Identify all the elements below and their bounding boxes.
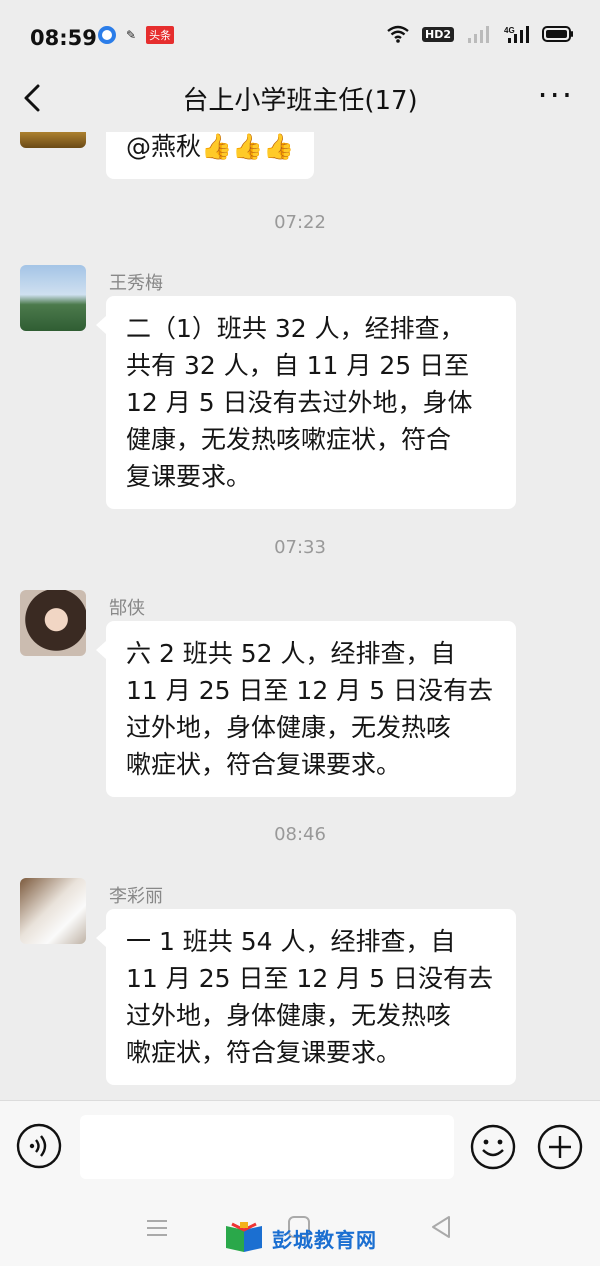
- system-nav-bar: 彭城教育网: [0, 1192, 600, 1266]
- chat-title: 台上小学班主任(17): [182, 86, 418, 116]
- input-bar: [0, 1100, 600, 1192]
- browser-app-icon: [98, 26, 116, 44]
- emoji-icon[interactable]: [469, 1123, 517, 1171]
- avatar[interactable]: [20, 590, 86, 656]
- add-icon[interactable]: [536, 1123, 584, 1171]
- network-label: 4G: [504, 26, 515, 35]
- hd-voice-icon: HD2: [422, 26, 454, 42]
- message-bubble[interactable]: 六 2 班共 52 人，经排查，自 11 月 25 日至 12 月 5 日没有去…: [96, 621, 516, 797]
- menu-icon[interactable]: [144, 1216, 170, 1240]
- status-bar: 08:59 ✎ 头条 HD2 4G: [0, 0, 600, 72]
- time-divider: 08:46: [274, 824, 326, 845]
- sender-name: 郜侠: [109, 598, 145, 619]
- message-line: 11 月 25 日至 12 月 5 日没有去: [126, 964, 493, 993]
- message-line: 12 月 5 日没有去过外地，身体: [126, 388, 473, 417]
- message-line: 过外地，身体健康，无发热咳: [126, 713, 452, 742]
- message-line: 健康，无发热咳嗽症状，符合: [126, 425, 452, 454]
- message-line: 11 月 25 日至 12 月 5 日没有去: [126, 676, 493, 705]
- chat-header: 台上小学班主任(17) ···: [0, 72, 600, 132]
- chat-messages[interactable]: @燕秋👍👍👍 07:22 王秀梅 二（1）班共 32 人，经排查， 共有 32 …: [0, 132, 600, 1100]
- watermark: 彭城教育网: [222, 1222, 377, 1254]
- message-line: 嗽症状，符合复课要求。: [126, 750, 402, 779]
- message-text: @燕秋👍👍👍: [126, 132, 295, 161]
- battery-icon: [542, 26, 573, 42]
- notification-icons: ✎ 头条: [98, 26, 175, 44]
- time-divider: 07:33: [274, 537, 326, 558]
- avatar[interactable]: [20, 132, 86, 148]
- status-time: 08:59: [30, 26, 97, 50]
- watermark-text: 彭城教育网: [272, 1227, 377, 1252]
- system-icons: HD2 4G: [386, 24, 574, 44]
- message-bubble[interactable]: 二（1）班共 32 人，经排查， 共有 32 人，自 11 月 25 日至 12…: [96, 296, 516, 509]
- message-bubble[interactable]: @燕秋👍👍👍: [106, 132, 315, 179]
- message-bubble[interactable]: 一 1 班共 54 人，经排查，自 11 月 25 日至 12 月 5 日没有去…: [96, 909, 516, 1085]
- message-line: 二（1）班共 32 人，经排查，: [126, 314, 465, 343]
- time-divider: 07:22: [274, 212, 326, 233]
- study-app-icon: ✎: [126, 28, 137, 42]
- voice-input-icon[interactable]: [16, 1123, 62, 1169]
- nav-back-icon[interactable]: [428, 1214, 454, 1240]
- book-logo-icon: [226, 1222, 262, 1252]
- message-line: 共有 32 人，自 11 月 25 日至: [126, 351, 470, 380]
- sender-name: 李彩丽: [109, 886, 163, 907]
- signal-4g-icon: 4G: [504, 26, 529, 43]
- more-options-icon[interactable]: ···: [537, 76, 574, 114]
- signal-empty-icon: [468, 26, 489, 43]
- avatar[interactable]: [20, 878, 86, 944]
- message-line: 六 2 班共 52 人，经排查，自: [126, 639, 456, 668]
- wifi-icon: [387, 25, 409, 43]
- message-line: 一 1 班共 54 人，经排查，自: [126, 927, 456, 956]
- sender-name: 王秀梅: [109, 273, 163, 294]
- message-line: 嗽症状，符合复课要求。: [126, 1038, 402, 1067]
- avatar[interactable]: [20, 265, 86, 331]
- message-line: 过外地，身体健康，无发热咳: [126, 1001, 452, 1030]
- news-app-badge: 头条: [146, 26, 175, 44]
- message-line: 复课要求。: [126, 462, 252, 491]
- message-input[interactable]: [80, 1115, 454, 1179]
